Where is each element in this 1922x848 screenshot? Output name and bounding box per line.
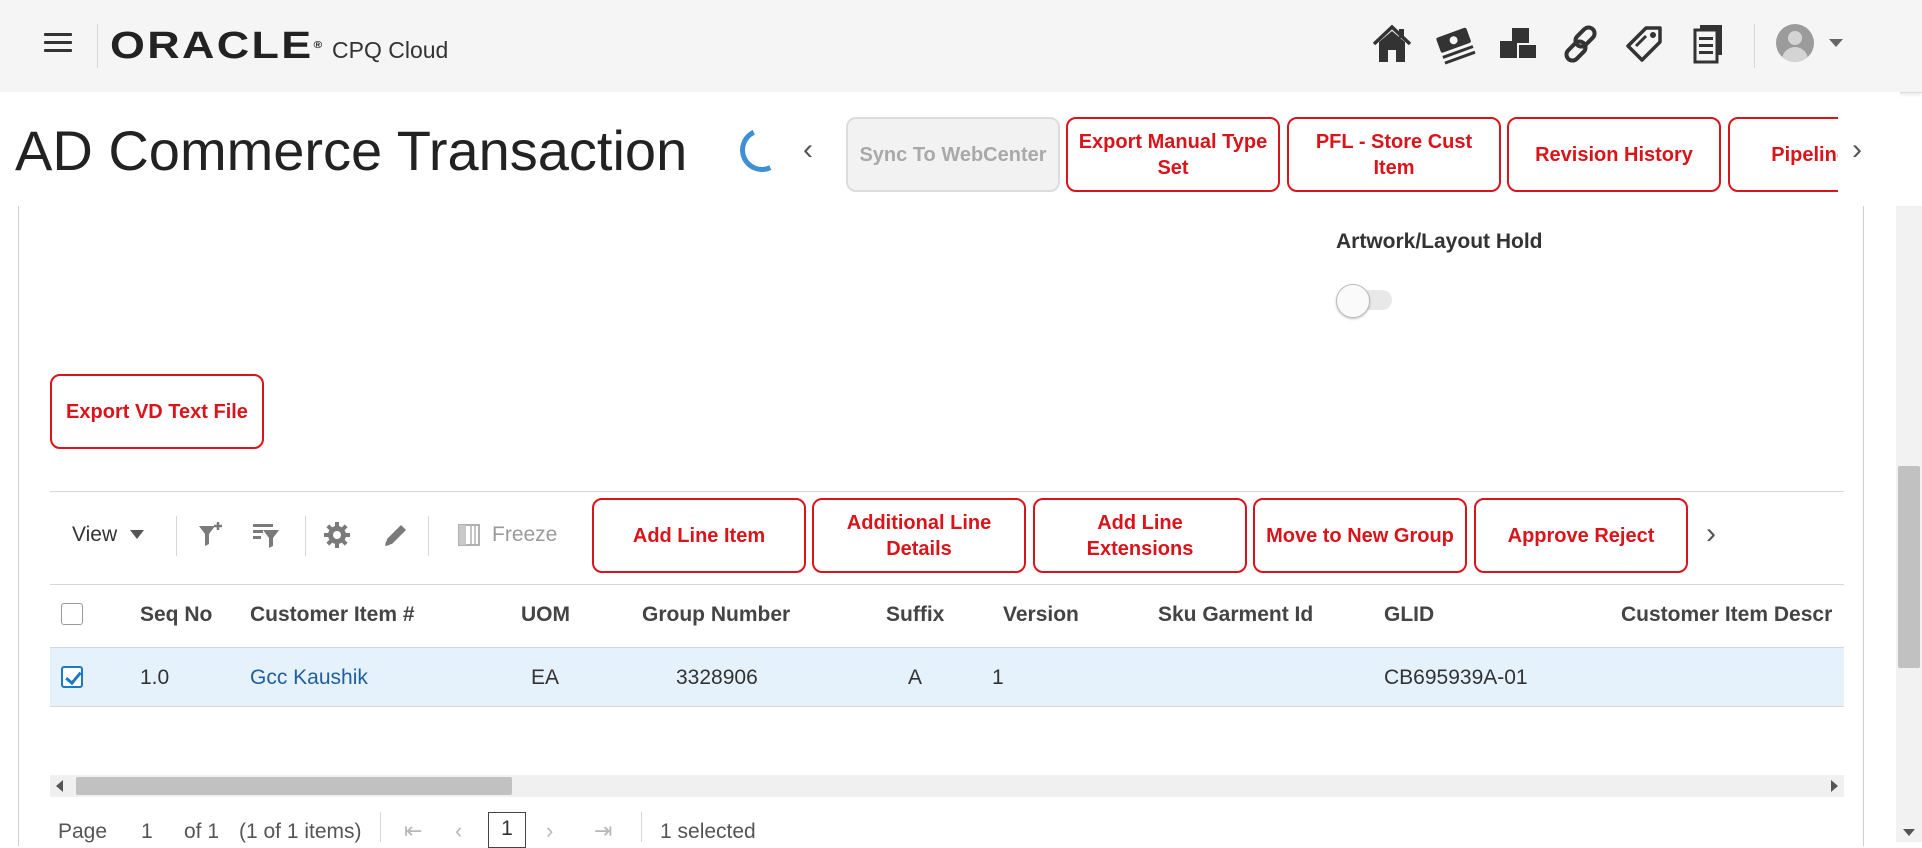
tag-icon[interactable]	[1622, 22, 1666, 66]
header-divider	[97, 24, 98, 68]
export-vd-text-file-button[interactable]: Export VD Text File	[50, 374, 264, 449]
pager-page-label: Page	[58, 820, 108, 843]
col-header-uom[interactable]: UOM	[521, 603, 570, 627]
app-header: ORACLE® CPQ Cloud	[0, 0, 1922, 93]
cell-suffix: A	[908, 666, 923, 689]
revision-history-button[interactable]: Revision History	[1507, 117, 1721, 192]
filter-manager-icon[interactable]	[251, 520, 281, 550]
settings-gear-icon[interactable]	[322, 520, 352, 550]
page-vertical-scrollbar[interactable]	[1896, 206, 1922, 842]
select-all-checkbox[interactable]	[61, 603, 83, 625]
last-page-icon[interactable]: ⇥	[594, 818, 612, 844]
row-select-checkbox[interactable]	[61, 666, 83, 688]
cell-uom: EA	[531, 666, 560, 689]
add-line-item-button[interactable]: Add Line Item	[592, 498, 806, 573]
toolbar-divider	[305, 516, 306, 556]
page-title: AD Commerce Transaction	[15, 119, 688, 182]
oracle-logo[interactable]: ORACLE®	[110, 27, 325, 65]
cell-seq-no: 1.0	[140, 666, 170, 689]
freeze-columns-icon	[458, 524, 480, 546]
link-icon[interactable]	[1559, 22, 1603, 66]
actions-scroll-right-icon[interactable]: ›	[1852, 135, 1862, 165]
table-row-border	[50, 706, 1844, 707]
move-to-new-group-button[interactable]: Move to New Group	[1253, 498, 1467, 573]
artwork-layout-hold-toggle[interactable]	[1336, 284, 1394, 318]
pager-divider	[380, 812, 381, 842]
scroll-right-arrow-icon[interactable]	[1831, 780, 1838, 792]
documents-icon[interactable]	[1685, 22, 1729, 66]
cell-glid: CB695939A-01	[1384, 666, 1528, 689]
col-header-customer-item[interactable]: Customer Item #	[250, 603, 415, 627]
col-header-seq-no[interactable]: Seq No	[140, 603, 212, 627]
approve-reject-button[interactable]: Approve Reject	[1474, 498, 1688, 573]
current-page-box[interactable]: 1	[488, 812, 526, 848]
view-chevron-down-icon[interactable]	[130, 530, 144, 539]
sync-to-webcenter-button[interactable]: Sync To WebCenter	[846, 117, 1060, 192]
user-menu-chevron-down-icon[interactable]	[1829, 39, 1843, 47]
pager-items-label: (1 of 1 items)	[239, 820, 362, 843]
actions-scroll-left-icon[interactable]: ‹	[803, 135, 813, 165]
next-page-icon[interactable]: ›	[546, 818, 553, 844]
col-header-group-number[interactable]: Group Number	[642, 603, 790, 627]
pfl-store-cust-item-button[interactable]: PFL - Store Cust Item	[1287, 117, 1501, 192]
export-manual-type-set-button[interactable]: Export Manual Type Set	[1066, 117, 1280, 192]
selection-count: 1 selected	[660, 820, 756, 843]
col-header-customer-item-descr[interactable]: Customer Item Descr	[1621, 603, 1832, 627]
user-avatar[interactable]	[1776, 24, 1814, 62]
cell-version: 1	[992, 666, 1004, 689]
horizontal-scroll-thumb[interactable]	[76, 777, 512, 795]
toolbar-scroll-right-icon[interactable]: ›	[1706, 519, 1716, 549]
pricing-icon[interactable]	[1433, 22, 1477, 66]
col-header-version[interactable]: Version	[1003, 603, 1079, 627]
additional-line-details-button[interactable]: Additional Line Details	[812, 498, 1026, 573]
scroll-down-arrow-icon[interactable]	[1903, 829, 1915, 836]
table-top-border	[50, 491, 1844, 492]
col-header-suffix[interactable]: Suffix	[886, 603, 944, 627]
products-icon[interactable]	[1496, 22, 1540, 66]
add-line-extensions-button[interactable]: Add Line Extensions	[1033, 498, 1247, 573]
cell-group-number: 3328906	[676, 666, 758, 689]
pipeline-view-button[interactable]: Pipeline View	[1728, 117, 1838, 192]
pager-divider	[641, 812, 642, 842]
freeze-button: Freeze	[492, 523, 558, 546]
hamburger-menu-icon[interactable]	[44, 33, 72, 55]
col-header-glid[interactable]: GLID	[1384, 603, 1434, 627]
view-menu-label[interactable]: View	[72, 523, 117, 547]
pager-of-label: of 1	[184, 820, 220, 843]
first-page-icon[interactable]: ⇤	[404, 818, 422, 844]
toolbar-divider	[428, 516, 429, 556]
artwork-layout-hold-label: Artwork/Layout Hold	[1336, 230, 1543, 253]
table-horizontal-scrollbar[interactable]	[50, 775, 1844, 797]
toolbar-divider	[176, 516, 177, 556]
previous-page-icon[interactable]: ‹	[455, 818, 462, 844]
product-name: CPQ Cloud	[332, 37, 449, 63]
header-divider	[1754, 24, 1755, 68]
edit-pencil-icon[interactable]	[381, 520, 411, 550]
vertical-scroll-thumb[interactable]	[1898, 466, 1920, 668]
scroll-left-arrow-icon[interactable]	[56, 780, 63, 792]
table-header-border	[50, 584, 1844, 585]
cell-customer-item-link[interactable]: Gcc Kaushik	[250, 666, 368, 690]
col-header-sku-garment-id[interactable]: Sku Garment Id	[1158, 603, 1313, 627]
pipeline-view-clip: Pipeline View	[1728, 117, 1838, 192]
pager-page-value[interactable]: 1	[141, 820, 153, 844]
home-icon[interactable]	[1370, 22, 1414, 66]
add-filter-icon[interactable]	[196, 520, 226, 550]
